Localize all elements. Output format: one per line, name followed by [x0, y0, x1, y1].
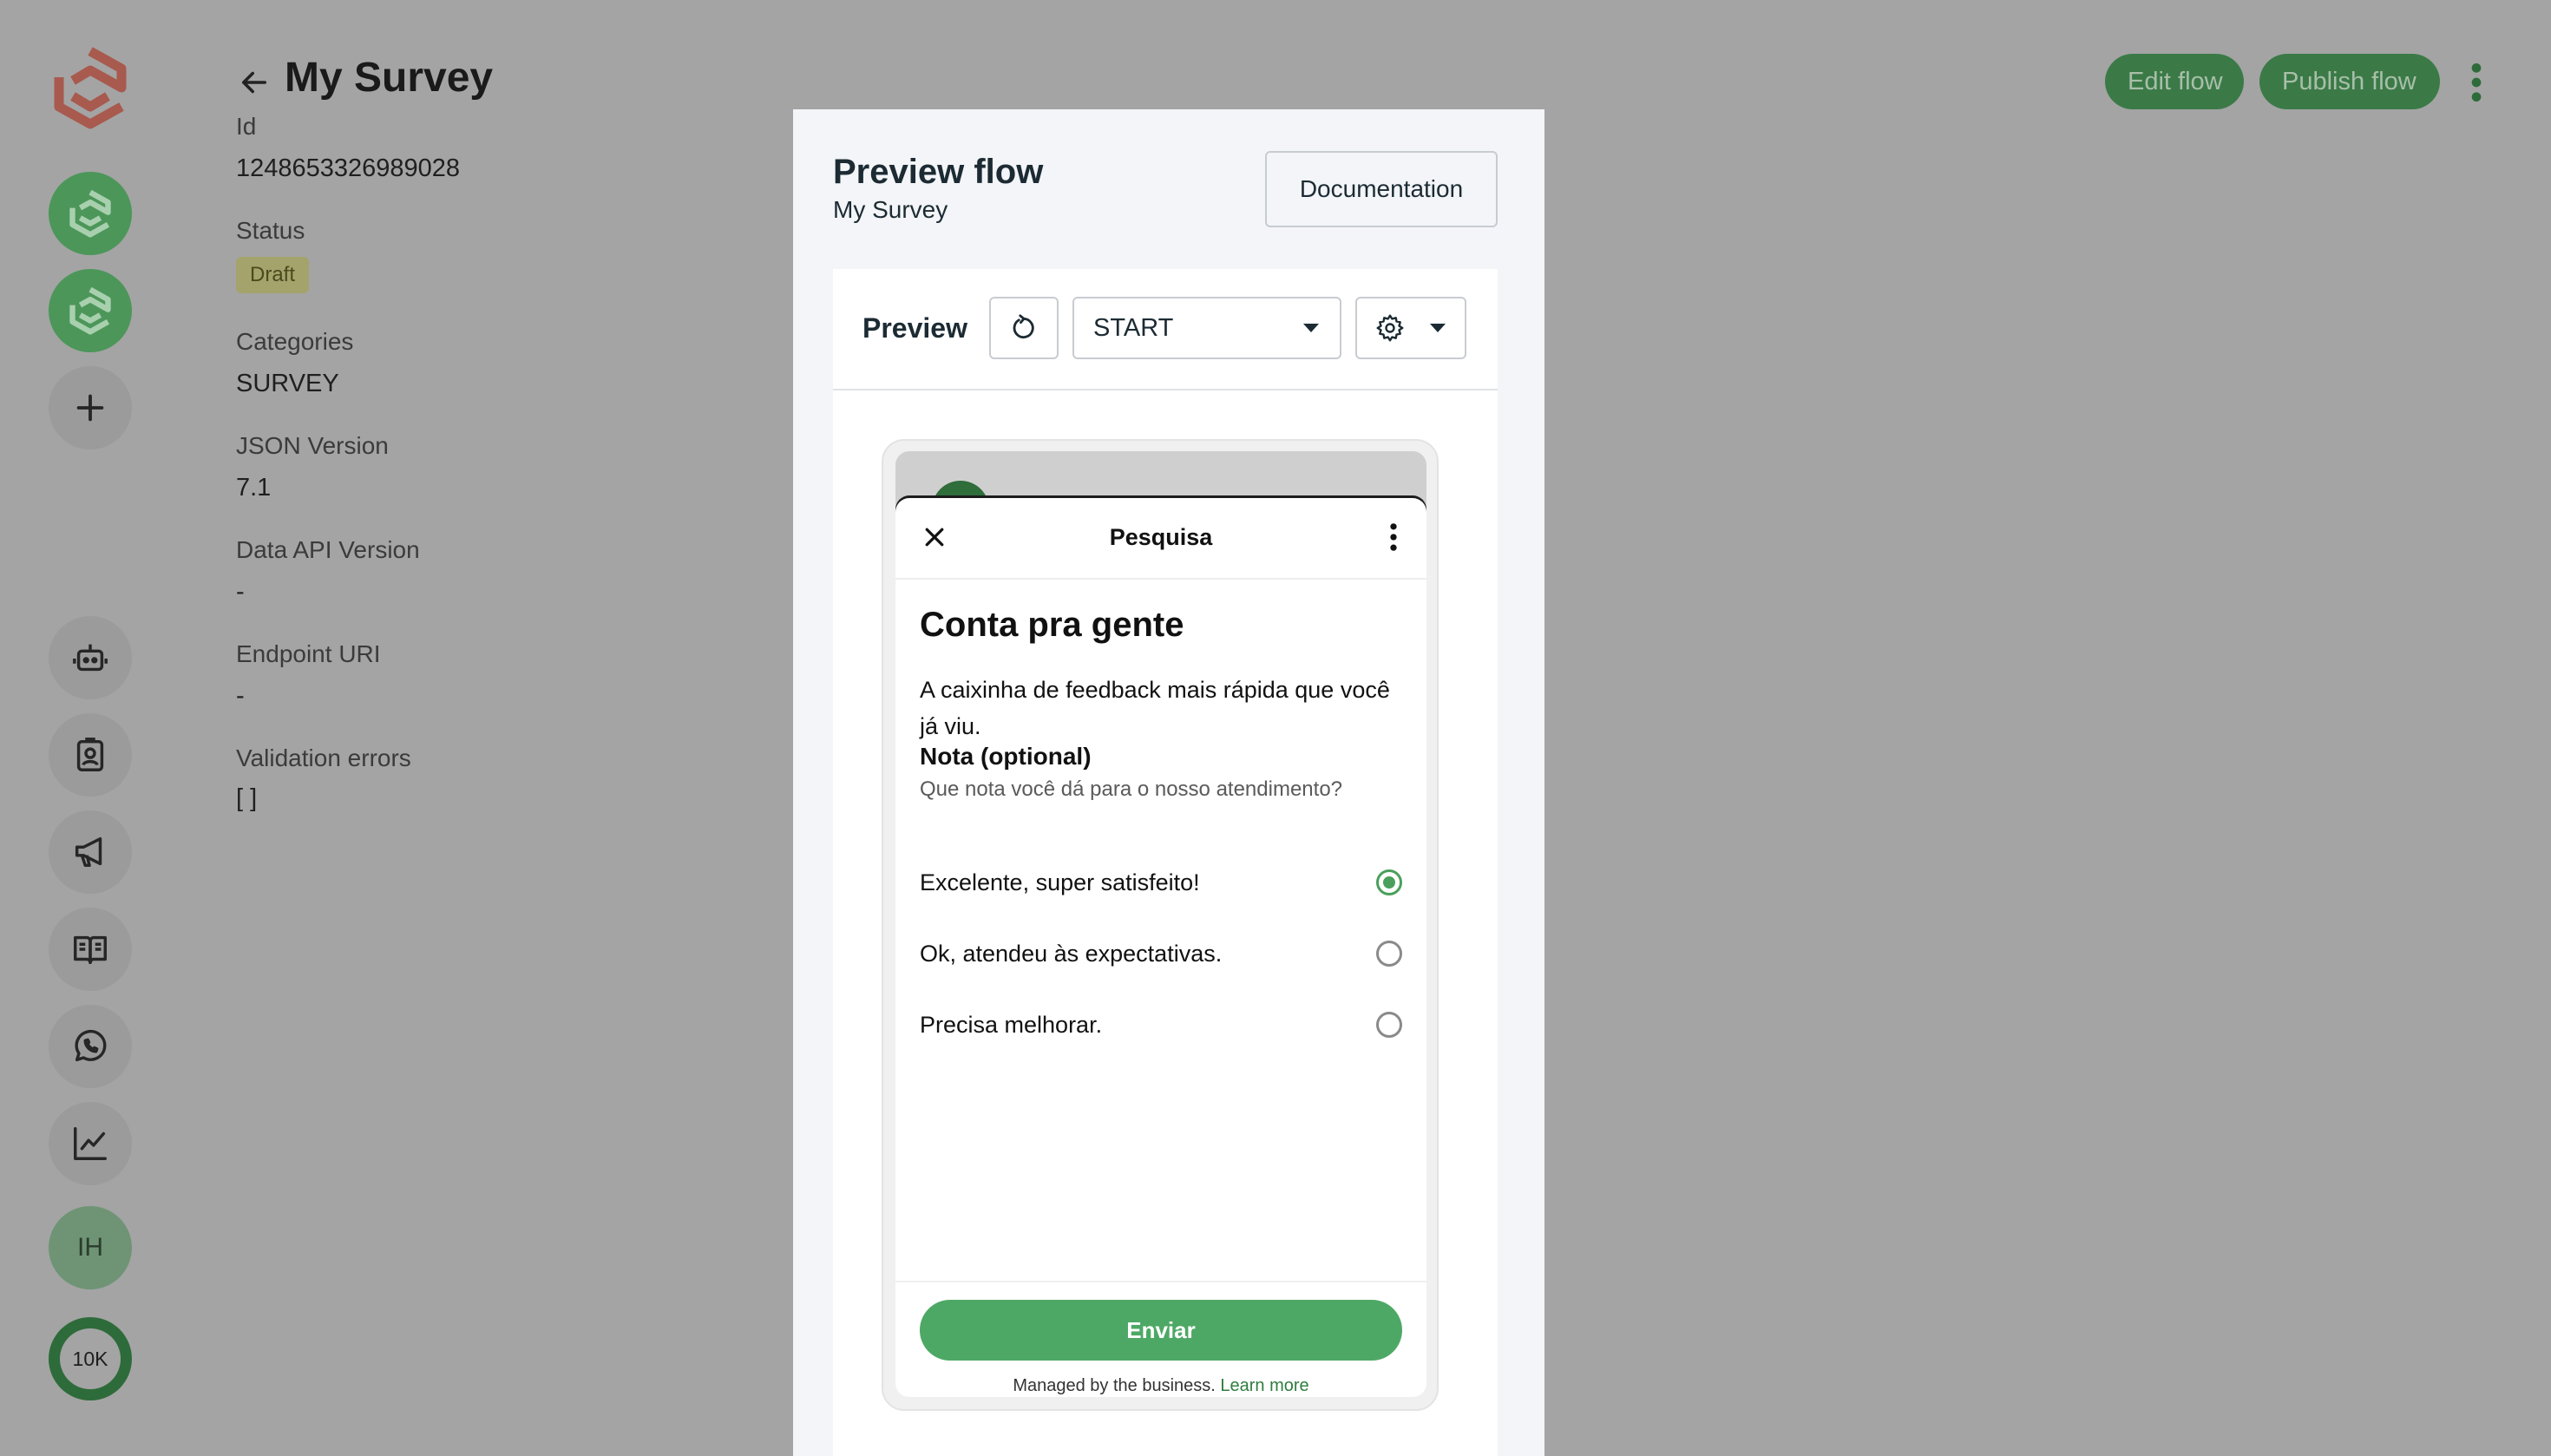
whatsapp-icon — [75, 1029, 107, 1062]
validation-errors-label: Validation errors — [236, 744, 411, 771]
radio-option-label: Precisa melhorar. — [920, 1012, 1103, 1038]
quota-label: 10K — [60, 1328, 121, 1389]
nav-bots[interactable] — [49, 616, 132, 699]
dialog-subtitle: My Survey — [833, 196, 948, 223]
data-api-version-value: - — [236, 578, 245, 606]
chart-icon — [74, 1127, 107, 1160]
whatsapp-account-icon — [69, 189, 111, 238]
nav-analytics[interactable] — [49, 1102, 132, 1185]
radio-button[interactable] — [1376, 941, 1402, 967]
flow-body-text: A caixinha de feedback mais rápida que v… — [920, 677, 1390, 739]
screen-select[interactable]: START — [1072, 297, 1341, 359]
sheet-header: Pesquisa — [895, 498, 1426, 580]
radio-option-label: Ok, atendeu às expectativas. — [920, 941, 1223, 967]
endpoint-uri-value: - — [236, 682, 245, 710]
data-api-version-label: Data API Version — [236, 536, 420, 563]
radio-option[interactable]: Precisa melhorar. — [920, 1008, 1402, 1043]
json-version-value: 7.1 — [236, 474, 272, 502]
bot-icon — [73, 644, 108, 672]
left-rail: IH 10K — [0, 0, 180, 1456]
reset-preview-button[interactable] — [989, 297, 1059, 359]
rating-field-help: Que nota você dá para o nosso atendiment… — [920, 777, 1343, 801]
add-workspace-button[interactable] — [49, 366, 132, 449]
book-icon — [74, 935, 107, 965]
workspace-button-2[interactable] — [49, 269, 132, 352]
sheet-footer: Enviar Managed by the business. Learn mo… — [895, 1281, 1426, 1397]
caret-down-icon — [1303, 324, 1319, 332]
id-value: 1248653326989028 — [236, 154, 461, 182]
status-badge: Draft — [236, 257, 310, 293]
preview-settings-button[interactable] — [1355, 297, 1466, 359]
nav-contacts[interactable] — [49, 713, 132, 797]
documentation-button[interactable]: Documentation — [1265, 151, 1498, 227]
workspace-button-1[interactable] — [49, 172, 132, 255]
radio-option[interactable]: Excelente, super satisfeito! — [920, 866, 1402, 901]
phone-mockup: Pesquisa Conta pra gente A caixinha de f… — [882, 439, 1439, 1411]
gear-icon — [1376, 314, 1404, 342]
radio-option-label: Excelente, super satisfeito! — [920, 869, 1200, 895]
json-version-label: JSON Version — [236, 432, 389, 459]
publish-flow-button[interactable]: Publish flow — [2259, 54, 2440, 109]
learn-more-link[interactable]: Learn more — [1220, 1376, 1308, 1395]
nav-campaigns[interactable] — [49, 810, 132, 894]
edit-flow-button[interactable]: Edit flow — [2105, 54, 2244, 109]
refresh-icon — [1013, 314, 1034, 338]
flow-heading: Conta pra gente — [920, 606, 1184, 644]
caret-down-icon — [1430, 324, 1446, 332]
arrow-left-icon[interactable] — [236, 64, 272, 101]
user-avatar[interactable]: IH — [49, 1206, 132, 1289]
rating-field-label: Nota (optional) — [920, 743, 1092, 770]
preview-toolbar: Preview START — [833, 269, 1498, 390]
megaphone-icon — [75, 836, 102, 868]
dialog-title: Preview flow — [833, 153, 1044, 191]
categories-label: Categories — [236, 328, 354, 355]
screen-select-value: START — [1093, 313, 1174, 342]
submit-button[interactable]: Enviar — [920, 1300, 1402, 1361]
radio-option[interactable]: Ok, atendeu às expectativas. — [920, 937, 1402, 972]
preview-label: Preview — [862, 312, 967, 344]
endpoint-uri-label: Endpoint URI — [236, 640, 381, 667]
radio-button-selected[interactable] — [1376, 869, 1402, 895]
app-logo-icon[interactable] — [47, 43, 134, 132]
id-label: Id — [236, 113, 257, 140]
flow-sheet: Pesquisa Conta pra gente A caixinha de f… — [895, 498, 1426, 1397]
whatsapp-account-icon — [69, 286, 111, 335]
contact-card-icon — [76, 738, 104, 771]
page-title: My Survey — [285, 55, 494, 101]
preview-panel: Preview START Pesquisa Conta pra gente A… — [833, 269, 1498, 1456]
plus-icon — [76, 394, 104, 422]
radio-button[interactable] — [1376, 1012, 1402, 1038]
categories-value: SURVEY — [236, 370, 339, 397]
status-label: Status — [236, 217, 305, 244]
sheet-title: Pesquisa — [1109, 524, 1213, 550]
preview-flow-dialog: Preview flow My Survey Documentation Pre… — [793, 109, 1544, 1456]
footer-note: Managed by the business. Learn more — [895, 1376, 1426, 1396]
quota-ring[interactable]: 10K — [49, 1317, 132, 1400]
validation-errors-value: [ ] — [236, 784, 258, 812]
more-vertical-icon[interactable] — [2459, 61, 2494, 104]
nav-knowledge[interactable] — [49, 908, 132, 991]
footer-text: Managed by the business. — [1013, 1376, 1216, 1395]
nav-whatsapp[interactable] — [49, 1005, 132, 1088]
more-vertical-icon[interactable] — [1387, 522, 1400, 552]
